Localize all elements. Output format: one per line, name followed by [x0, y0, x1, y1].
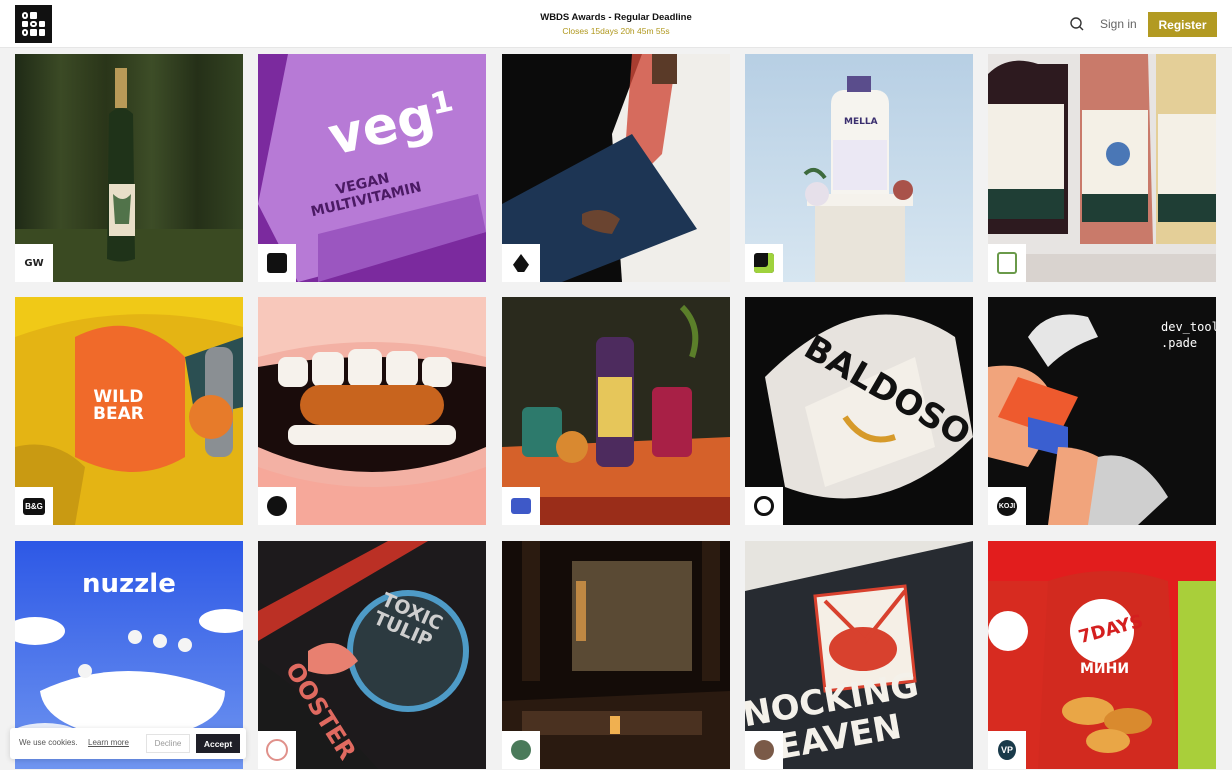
deadline-countdown: Closes 15days 20h 45m 55s: [562, 26, 670, 36]
gallery-tile-nocking-heaven[interactable]: NOCKING HEAVEN: [745, 541, 973, 769]
gallery-tile-veg1[interactable]: veg¹ VEGAN MULTIVITAMIN: [258, 54, 486, 282]
brand-badge: [745, 487, 783, 525]
brand-badge-mark: [513, 254, 529, 272]
brand-badge: [258, 487, 296, 525]
brand-badge-mark: [754, 496, 774, 516]
brand-badge-mark: [511, 740, 531, 760]
brand-badge: [258, 244, 296, 282]
sign-in-link[interactable]: Sign in: [1100, 17, 1137, 31]
logo-cell: [38, 29, 45, 36]
brand-badge-text: B&G: [23, 497, 45, 515]
logo-cell: [22, 20, 29, 28]
brand-badge: [502, 487, 540, 525]
award-title[interactable]: WBDS Awards - Regular Deadline: [466, 12, 766, 23]
gallery-tile-restaurant[interactable]: [502, 541, 730, 769]
nuzzle-logo: nuzzle: [82, 569, 176, 599]
logo-cell: [30, 29, 37, 36]
search-icon[interactable]: [1068, 15, 1086, 33]
brand-badge-mark: [754, 253, 774, 273]
logo-cell: [22, 29, 29, 36]
brand-badge: [258, 731, 296, 769]
gallery-tile-baldoso[interactable]: BALDOSO: [745, 297, 973, 525]
mella-logo-text: MELLA: [844, 117, 878, 127]
gallery-tile-toxic-tulip[interactable]: TOXIC TULIP OOSTER: [258, 541, 486, 769]
register-button[interactable]: Register: [1148, 12, 1217, 37]
gallery-tile-wild-bear[interactable]: WILD BEAR B&G: [15, 297, 243, 525]
brand-badge: [745, 731, 783, 769]
brand-badge-mark: [511, 498, 531, 514]
brand-badge-text: KOJI: [996, 496, 1018, 516]
brand-badge: VP: [988, 731, 1026, 769]
accept-cookies-button[interactable]: Accept: [196, 734, 240, 753]
cookie-banner: We use cookies. Learn more Decline Accep…: [10, 728, 246, 759]
brand-badge: [502, 731, 540, 769]
mini-label: МИНИ: [1080, 661, 1130, 677]
logo-cell: [22, 12, 29, 19]
brand-badge: [988, 244, 1026, 282]
brand-badge-mark: [266, 739, 288, 761]
logo-cell: [30, 20, 37, 28]
brand-badge: [502, 244, 540, 282]
wbds-logo[interactable]: [15, 5, 52, 43]
brand-badge-mark: [997, 252, 1017, 274]
cookie-message: We use cookies.: [19, 738, 78, 747]
wild-bear-text: WILD BEAR: [93, 387, 144, 424]
brand-badge-mark: [754, 740, 774, 760]
brand-badge-text: GW: [24, 257, 44, 269]
learn-more-link[interactable]: Learn more: [88, 738, 129, 747]
decline-cookies-button[interactable]: Decline: [146, 734, 190, 753]
brand-badge-text: VP: [997, 740, 1016, 760]
dev-tool-code-text: dev_tool .pade: [1161, 320, 1216, 350]
logo-cell: [39, 12, 45, 19]
gallery-tile-thobe[interactable]: [502, 54, 730, 282]
brand-badge: KOJI: [988, 487, 1026, 525]
brand-badge-mark: [267, 496, 287, 516]
brand-badge: GW: [15, 244, 53, 282]
gallery-tile-wines[interactable]: [988, 54, 1216, 282]
brand-badge-mark: [267, 253, 287, 273]
logo-cell: [30, 12, 37, 19]
brand-badge: [745, 244, 783, 282]
gallery-tile-dev-tool[interactable]: dev_tool .pade KOJI: [988, 297, 1216, 525]
gallery-tile-drinks-table[interactable]: [502, 297, 730, 525]
logo-cell: [38, 20, 45, 28]
gallery-tile-mella[interactable]: MELLA: [745, 54, 973, 282]
brand-badge: B&G: [15, 487, 53, 525]
gallery-tile-sake-bottle[interactable]: GW: [15, 54, 243, 282]
gallery-tile-capsule-teeth[interactable]: [258, 297, 486, 525]
top-header: WBDS Awards - Regular Deadline Closes 15…: [0, 0, 1232, 48]
gallery-tile-7days[interactable]: 7DAYS МИНИ VP: [988, 541, 1216, 769]
